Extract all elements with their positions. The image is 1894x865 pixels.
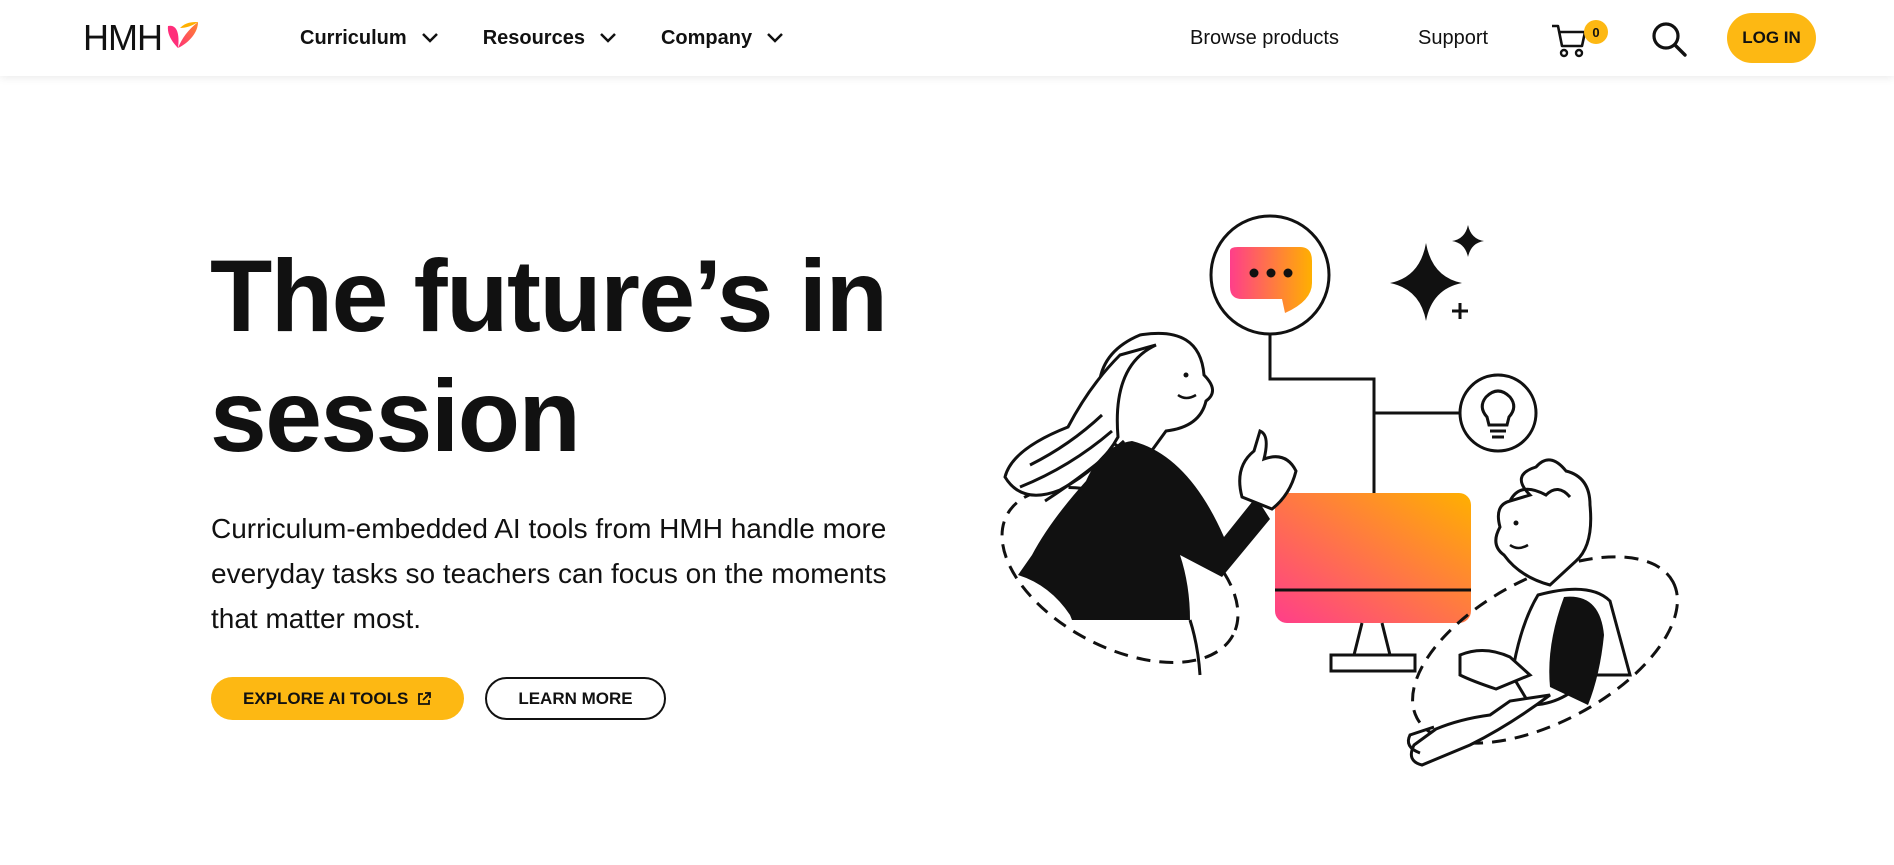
chat-bubble-icon [1209,214,1331,336]
search-button[interactable] [1650,20,1688,58]
monitor-illustration [1275,493,1471,673]
logo-mark-icon [167,22,198,48]
chevron-down-icon [600,33,616,43]
woman-illustration [1000,331,1298,676]
hmh-logo[interactable]: HMH [83,18,200,58]
external-link-icon [418,691,432,705]
browse-products-link[interactable]: Browse products [1190,27,1339,50]
site-header: HMH Curriculum Resources Company Browse … [0,0,1894,76]
learn-more-button[interactable]: LEARN MORE [485,677,666,720]
search-icon [1652,22,1687,57]
nav-curriculum[interactable]: Curriculum [300,27,439,50]
hero-title: The future’s in session [210,239,888,473]
nav-resources-label: Resources [482,26,585,49]
explore-ai-tools-button[interactable]: EXPLORE AI TOOLS [211,677,465,720]
hero-cta-row: EXPLORE AI TOOLS LEARN MORE [211,677,666,720]
support-link[interactable]: Support [1418,27,1488,50]
logo-text: HMH [83,17,163,58]
cart-count-badge: 0 [1584,20,1608,44]
support-wrap: Support [1418,0,1488,76]
browse-products-wrap: Browse products [1190,0,1339,76]
chevron-down-icon [421,33,438,43]
hero-illustration [1000,214,1679,767]
explore-ai-tools-label: EXPLORE AI TOOLS [243,688,409,708]
sparkle-icon [1390,225,1484,321]
cart-button[interactable]: 0 [1550,18,1610,60]
nav-resources[interactable]: Resources [483,27,617,50]
lightbulb-icon [1458,373,1538,453]
cart-icon [1552,24,1587,58]
nav-company[interactable]: Company [661,27,784,50]
login-button[interactable]: LOG IN [1727,13,1816,63]
hero-subtitle: Curriculum-embedded AI tools from HMH ha… [211,513,887,634]
nav-curriculum-label: Curriculum [300,26,407,49]
nav-company-label: Company [660,26,753,49]
primary-nav: Curriculum Resources Company [300,0,828,76]
chevron-down-icon [767,33,783,43]
